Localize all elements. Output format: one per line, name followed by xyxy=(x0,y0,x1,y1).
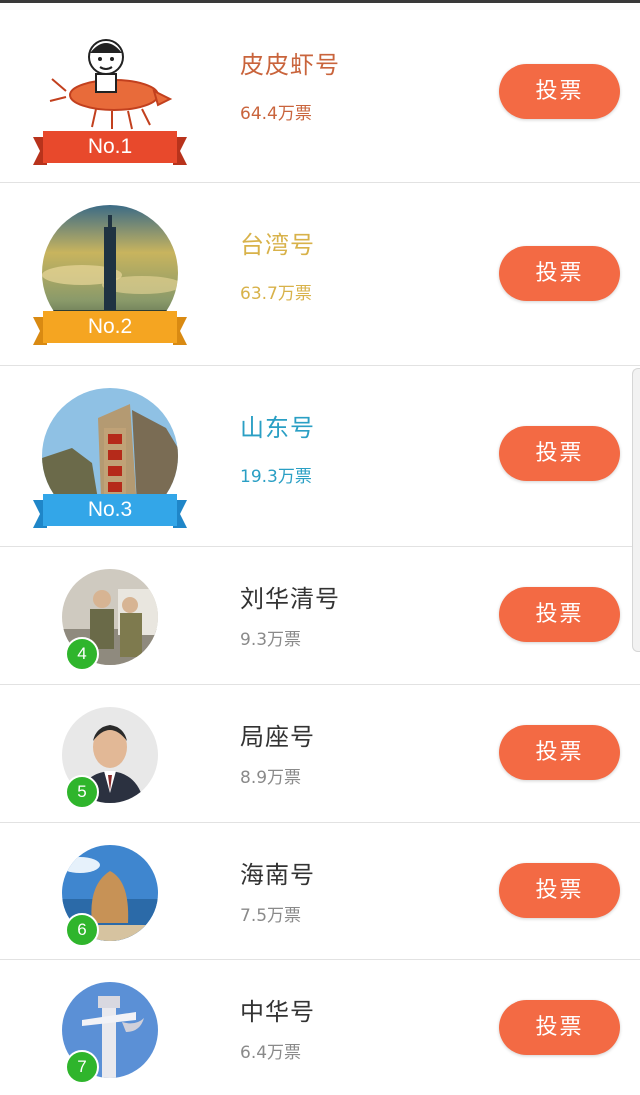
list-item[interactable]: 4 刘华清号 9.3万票 投票 xyxy=(0,547,640,685)
item-name: 皮皮虾号 xyxy=(240,51,340,79)
rank-badge: 7 xyxy=(65,1050,99,1084)
vote-count: 6.4万票 xyxy=(240,1043,302,1063)
vote-button[interactable]: 投票 xyxy=(499,1000,620,1055)
list-item[interactable]: No.1 皮皮虾号 64.4万票 投票 xyxy=(0,3,640,183)
vote-button[interactable]: 投票 xyxy=(499,64,620,119)
item-name: 局座号 xyxy=(240,723,315,751)
item-name: 刘华清号 xyxy=(240,585,340,613)
item-name: 海南号 xyxy=(240,861,315,889)
vote-button[interactable]: 投票 xyxy=(499,725,620,780)
vote-count: 8.9万票 xyxy=(240,768,302,788)
item-name: 中华号 xyxy=(240,998,315,1026)
rank-label: No.3 xyxy=(87,498,133,521)
list-item[interactable]: 5 局座号 8.9万票 投票 xyxy=(0,685,640,823)
item-name: 山东号 xyxy=(240,414,315,442)
rank-badge: 6 xyxy=(65,913,99,947)
vote-button[interactable]: 投票 xyxy=(499,587,620,642)
rank-label: No.1 xyxy=(87,135,133,158)
scrollbar[interactable] xyxy=(632,368,640,652)
vote-count: 19.3万票 xyxy=(240,467,312,487)
vote-count: 9.3万票 xyxy=(240,630,302,650)
item-name: 台湾号 xyxy=(240,231,315,259)
list-item[interactable]: No.2 台湾号 63.7万票 投票 xyxy=(0,183,640,366)
vote-count: 63.7万票 xyxy=(240,284,312,304)
vote-button[interactable]: 投票 xyxy=(499,246,620,301)
list-item[interactable]: No.3 山东号 19.3万票 投票 xyxy=(0,366,640,547)
list-item[interactable]: 7 中华号 6.4万票 投票 xyxy=(0,960,640,1095)
vote-count: 64.4万票 xyxy=(240,104,312,124)
vote-button[interactable]: 投票 xyxy=(499,863,620,918)
rank-badge: 5 xyxy=(65,775,99,809)
rank-label: No.2 xyxy=(87,315,133,338)
vote-button[interactable]: 投票 xyxy=(499,426,620,481)
vote-count: 7.5万票 xyxy=(240,906,302,926)
list-item[interactable]: 6 海南号 7.5万票 投票 xyxy=(0,823,640,960)
rank-badge: 4 xyxy=(65,637,99,671)
